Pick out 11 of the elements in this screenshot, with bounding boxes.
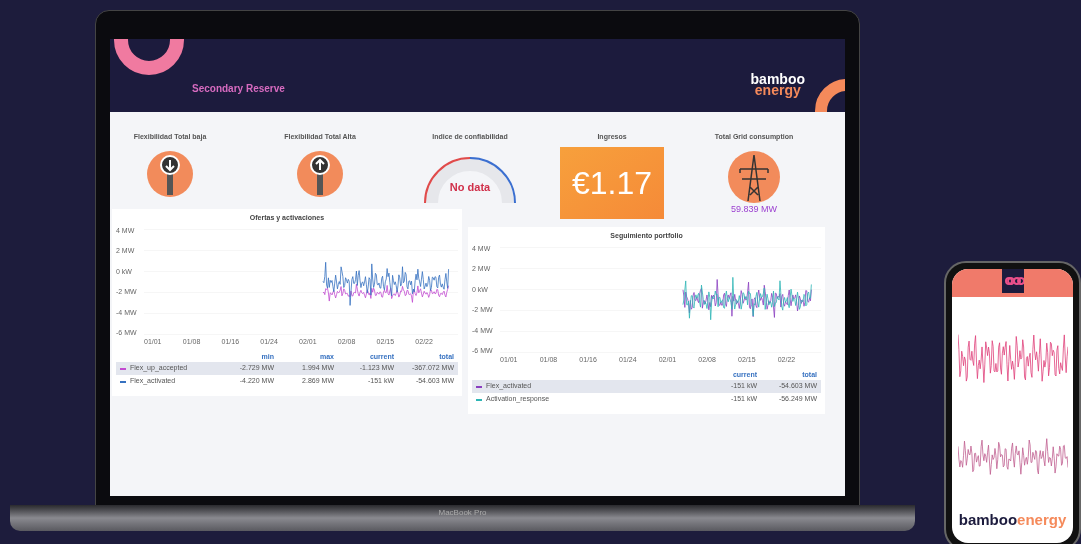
laptop-label: MacBook Pro [438, 507, 487, 519]
dashboard-title: Secondary Reserve [192, 82, 285, 96]
logo-text: bamboo [750, 74, 805, 85]
logo-text: energy [1017, 509, 1067, 530]
income-value-card: €1.17 [560, 146, 664, 219]
stat-value: 59.839 MW [731, 202, 777, 216]
infinity-logo-icon [1001, 269, 1024, 293]
gauge-value: No data [448, 179, 492, 195]
power-tower-icon [728, 150, 780, 203]
logo-text: energy [754, 85, 801, 96]
logo-text: bamboo [958, 509, 1018, 530]
